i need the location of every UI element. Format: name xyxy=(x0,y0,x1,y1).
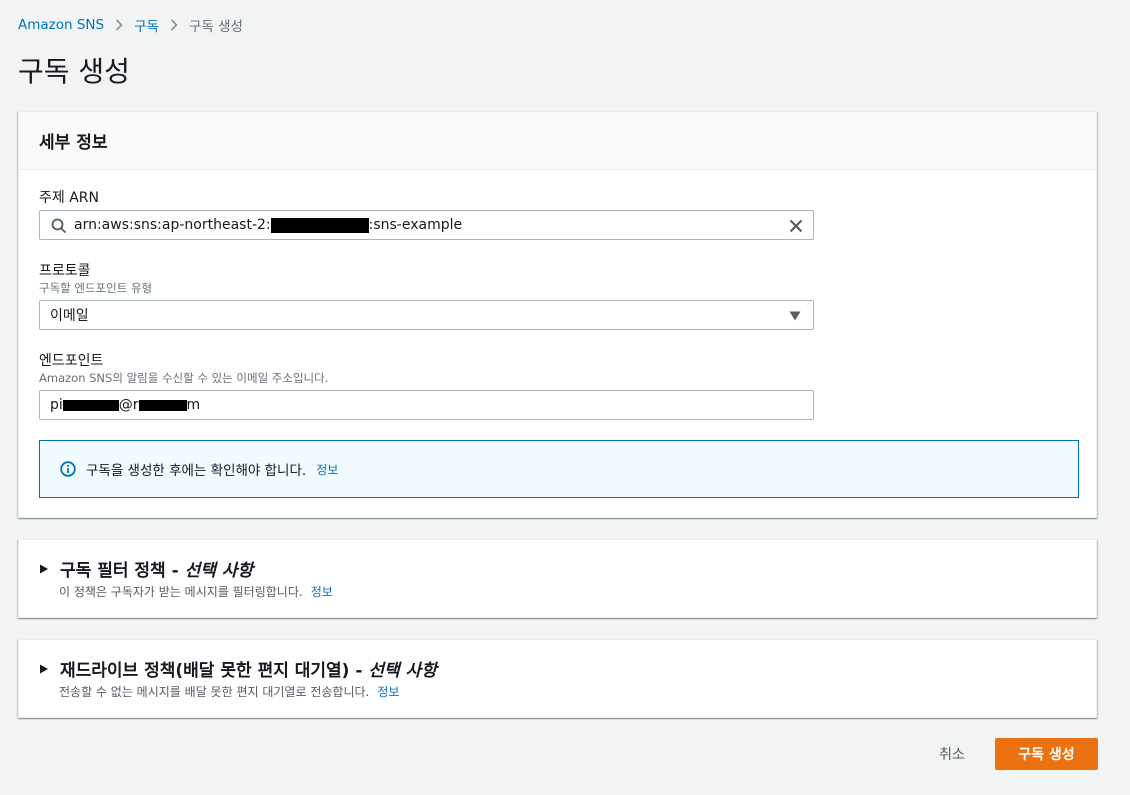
confirmation-alert: 구독을 생성한 후에는 확인해야 합니다. 정보 xyxy=(39,440,1079,498)
endpoint-value-part: m xyxy=(186,397,201,413)
topic-arn-suffix: :sns-example xyxy=(368,217,463,233)
details-panel: 세부 정보 주제 ARN arn:aws:sns:ap-northeast-2:… xyxy=(18,111,1097,518)
alert-text: 구독을 생성한 후에는 확인해야 합니다. xyxy=(86,463,307,479)
protocol-selected-value: 이메일 xyxy=(50,308,89,324)
page-title: 구독 생성 xyxy=(18,55,130,88)
endpoint-label: 엔드포인트 xyxy=(39,353,104,369)
topic-arn-value: arn:aws:sns:ap-northeast-2: :sns-example xyxy=(74,217,462,233)
details-panel-header: 세부 정보 xyxy=(19,112,1096,170)
filter-policy-info-link[interactable]: 정보 xyxy=(311,585,333,599)
redrive-policy-toggle[interactable]: 재드라이브 정책(배달 못한 편지 대기열) - 선택 사항 xyxy=(39,656,437,681)
filter-policy-panel: 구독 필터 정책 - 선택 사항 이 정책은 구독자가 받는 메시지를 필터링합… xyxy=(18,539,1097,618)
cancel-button[interactable]: 취소 xyxy=(925,738,979,770)
redrive-policy-panel: 재드라이브 정책(배달 못한 편지 대기열) - 선택 사항 전송할 수 없는 … xyxy=(18,639,1097,718)
close-icon[interactable] xyxy=(788,218,804,234)
caret-right-icon xyxy=(40,664,48,673)
info-icon xyxy=(60,461,76,477)
details-heading: 세부 정보 xyxy=(39,133,108,153)
breadcrumb-current: 구독 생성 xyxy=(188,19,243,35)
caret-down-icon xyxy=(789,311,801,321)
alert-info-link[interactable]: 정보 xyxy=(316,461,338,478)
filter-policy-toggle[interactable]: 구독 필터 정책 - 선택 사항 xyxy=(39,556,253,581)
redaction-block xyxy=(270,217,369,233)
topic-arn-label: 주제 ARN xyxy=(39,190,99,206)
breadcrumb-link-amazon-sns[interactable]: Amazon SNS xyxy=(18,17,104,33)
create-subscription-button[interactable]: 구독 생성 xyxy=(995,738,1098,770)
breadcrumb-link-subscriptions[interactable]: 구독 xyxy=(134,15,159,35)
protocol-description: 구독할 엔드포인트 유형 xyxy=(39,281,153,295)
endpoint-value-part: @r xyxy=(118,397,139,413)
breadcrumb: Amazon SNS 구독 구독 생성 xyxy=(18,15,243,35)
redaction-block xyxy=(138,399,187,411)
endpoint-value-part: pi xyxy=(50,397,63,413)
redaction-block xyxy=(62,399,119,411)
redrive-policy-info-link[interactable]: 정보 xyxy=(377,685,399,699)
redrive-policy-title: 재드라이브 정책(배달 못한 편지 대기열) - 선택 사항 xyxy=(60,656,437,681)
redrive-policy-description: 전송할 수 없는 메시지를 배달 못한 편지 대기열로 전송합니다. 정보 xyxy=(59,683,399,700)
endpoint-description: Amazon SNS의 알림을 수신할 수 있는 이메일 주소입니다. xyxy=(39,371,329,385)
filter-policy-optional: 선택 사항 xyxy=(184,561,254,581)
redrive-policy-description-text: 전송할 수 없는 메시지를 배달 못한 편지 대기열로 전송합니다. xyxy=(59,685,370,699)
search-icon xyxy=(51,218,67,234)
protocol-select[interactable]: 이메일 xyxy=(39,300,814,330)
chevron-right-icon xyxy=(115,19,123,31)
protocol-label: 프로토콜 xyxy=(39,263,91,279)
topic-arn-prefix: arn:aws:sns:ap-northeast-2: xyxy=(74,217,271,233)
endpoint-input[interactable]: pi @r m xyxy=(39,390,814,420)
filter-policy-title-text: 구독 필터 정책 - xyxy=(60,561,185,581)
chevron-right-icon xyxy=(170,19,178,31)
filter-policy-description-text: 이 정책은 구독자가 받는 메시지를 필터링합니다. xyxy=(59,585,303,599)
redrive-policy-title-text: 재드라이브 정책(배달 못한 편지 대기열) - xyxy=(60,661,369,681)
topic-arn-input[interactable]: arn:aws:sns:ap-northeast-2: :sns-example xyxy=(39,210,814,240)
caret-right-icon xyxy=(40,564,48,573)
redrive-policy-optional: 선택 사항 xyxy=(368,661,437,681)
filter-policy-title: 구독 필터 정책 - 선택 사항 xyxy=(60,556,253,581)
filter-policy-description: 이 정책은 구독자가 받는 메시지를 필터링합니다. 정보 xyxy=(59,583,333,600)
endpoint-value: pi @r m xyxy=(50,397,200,413)
